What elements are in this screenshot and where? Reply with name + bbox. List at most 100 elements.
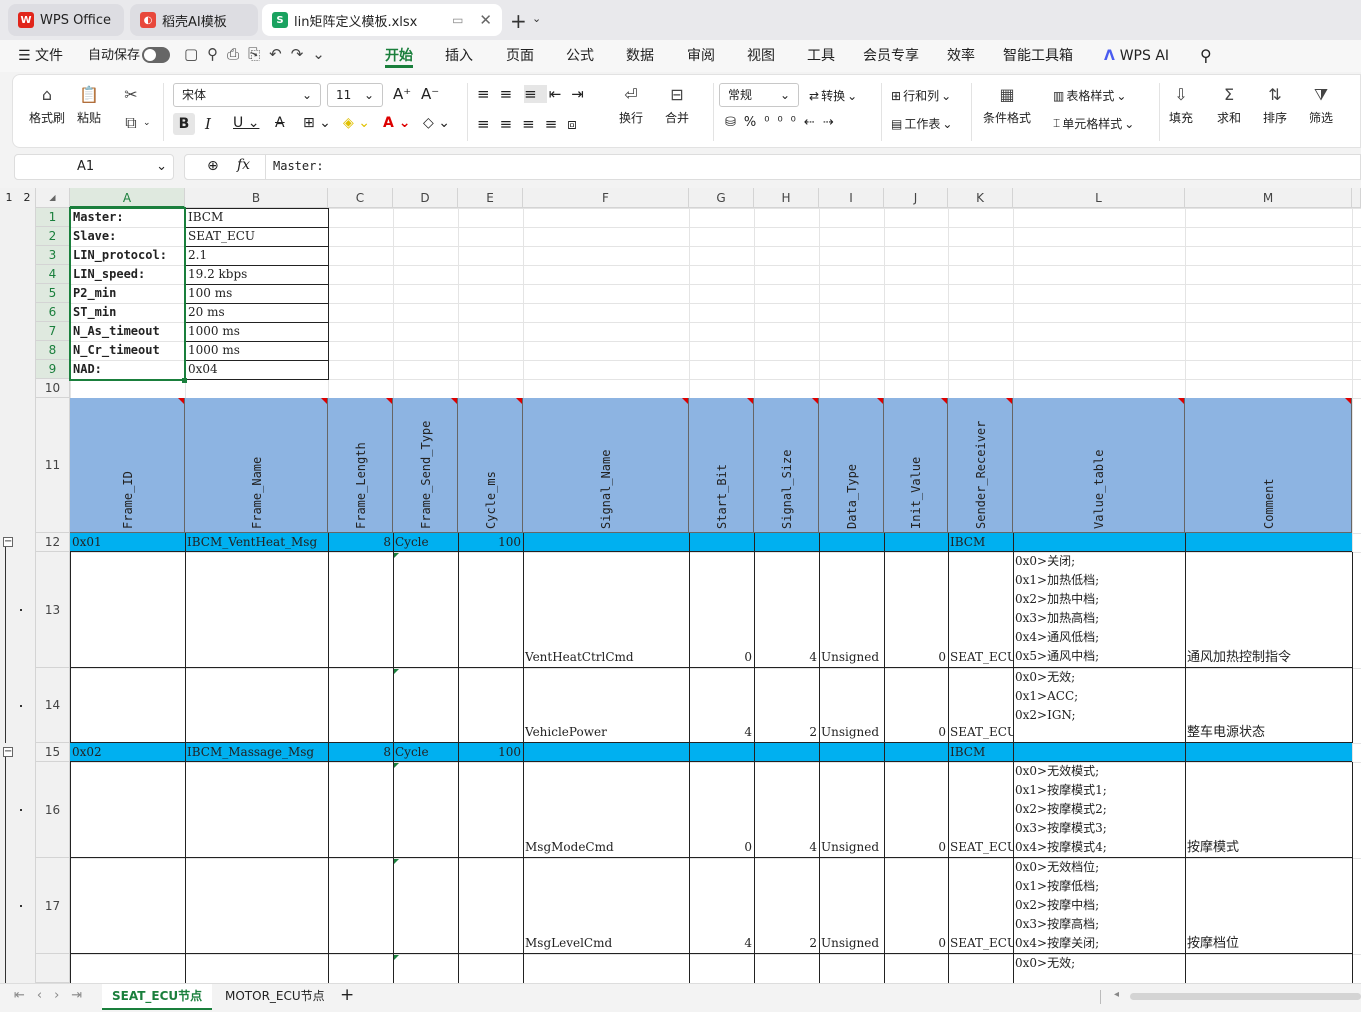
- signal-size[interactable]: 4: [754, 648, 819, 667]
- signal-start[interactable]: 4: [689, 723, 754, 742]
- row-header-6[interactable]: 6: [36, 303, 70, 322]
- info-value-7[interactable]: 1000 ms: [186, 322, 328, 341]
- header-cell-sender-receiver[interactable]: Sender_Receiver: [948, 398, 1013, 533]
- signal-size[interactable]: 4: [754, 838, 819, 857]
- underline-icon[interactable]: U ⌄: [233, 115, 259, 131]
- tab-tools[interactable]: 工具: [807, 46, 835, 68]
- cond-format-button[interactable]: ▦ 条件格式: [983, 85, 1031, 126]
- fill-handle[interactable]: [182, 378, 187, 383]
- column-header-d[interactable]: D: [393, 188, 458, 208]
- new-tab-icon[interactable]: +: [510, 9, 527, 33]
- scroll-left-icon[interactable]: ◂: [1114, 989, 1119, 1000]
- signal-dtype[interactable]: Unsigned: [819, 648, 884, 667]
- outline-level-2[interactable]: 2: [24, 188, 31, 208]
- info-value-1[interactable]: IBCM: [186, 208, 328, 227]
- font-name-select[interactable]: 宋体 ⌄: [173, 83, 321, 107]
- outline-level-buttons[interactable]: 12: [0, 188, 36, 208]
- merge-button[interactable]: ⊟ 合并: [665, 85, 689, 126]
- strikethrough-icon[interactable]: A: [275, 115, 285, 131]
- font-grow-icon[interactable]: A⁺: [393, 85, 411, 103]
- signal-comment[interactable]: 整车电源状态: [1185, 723, 1352, 742]
- worksheet-button[interactable]: ▤ 工作表 ⌄: [891, 115, 952, 132]
- cut-icon[interactable]: ✂: [121, 85, 141, 105]
- format-painter-button[interactable]: ⌂ 格式刷: [29, 85, 65, 126]
- frame-cycle[interactable]: 100: [458, 743, 523, 762]
- info-value-5[interactable]: 100 ms: [186, 284, 328, 303]
- signal-dtype[interactable]: Unsigned: [819, 934, 884, 953]
- formula-field[interactable]: ⊕ fx Master:: [184, 154, 1361, 180]
- border-icon[interactable]: ⊞ ⌄: [303, 115, 331, 131]
- sheet-tab-motor-ecu[interactable]: MOTOR_ECU节点: [225, 984, 325, 1010]
- row-header-16[interactable]: 16: [36, 762, 70, 858]
- row-header-4[interactable]: 4: [36, 265, 70, 284]
- frame-type[interactable]: Cycle: [393, 743, 458, 762]
- info-value-2[interactable]: SEAT_ECU: [186, 227, 328, 246]
- header-cell-frame-send-type[interactable]: Frame_Send_Type: [393, 398, 458, 533]
- frame-cycle[interactable]: 100: [458, 533, 523, 552]
- convert-button[interactable]: ⇄ 转换 ⌄: [809, 87, 857, 104]
- signal-value-table[interactable]: 0x0>无效; 0x1>ACC; 0x2>IGN;: [1013, 668, 1185, 743]
- row-header-17[interactable]: 17: [36, 858, 70, 954]
- tab-smart-toolbox[interactable]: 智能工具箱: [1003, 46, 1073, 68]
- font-shrink-icon[interactable]: A⁻: [421, 85, 439, 103]
- signal-name[interactable]: VehiclePower: [523, 723, 689, 742]
- column-header-g[interactable]: G: [689, 188, 754, 208]
- row-header-10[interactable]: 10: [36, 379, 70, 398]
- info-value-4[interactable]: 19.2 kbps: [186, 265, 328, 284]
- row-col-button[interactable]: ⊞ 行和列 ⌄: [891, 87, 951, 104]
- column-header-j[interactable]: J: [884, 188, 948, 208]
- row-header-8[interactable]: 8: [36, 341, 70, 360]
- sort-button[interactable]: ⇅ 排序: [1263, 85, 1287, 126]
- search-icon[interactable]: ⚲: [1200, 46, 1212, 68]
- tab-view[interactable]: 视图: [747, 46, 775, 68]
- row-header-18[interactable]: [36, 954, 70, 983]
- header-cell-cycle-ms[interactable]: Cycle_ms: [458, 398, 523, 533]
- tab-page[interactable]: 页面: [506, 46, 534, 68]
- cell-style-button[interactable]: ⌶ 单元格样式 ⌄: [1053, 115, 1134, 132]
- font-size-select[interactable]: 11 ⌄: [327, 83, 383, 107]
- column-header-l[interactable]: L: [1013, 188, 1185, 208]
- fill-color-icon[interactable]: ◈ ⌄: [343, 115, 370, 131]
- column-header-i[interactable]: I: [819, 188, 884, 208]
- number-format-select[interactable]: 常规 ⌄: [719, 83, 799, 107]
- tab-wps-office[interactable]: W WPS Office: [8, 4, 124, 36]
- signal-start[interactable]: 0: [689, 838, 754, 857]
- copy-icon[interactable]: ⧉ ⌄: [121, 113, 150, 133]
- clear-format-icon[interactable]: ◇ ⌄: [423, 115, 450, 131]
- row-header-14[interactable]: 14: [36, 668, 70, 743]
- signal-size[interactable]: 2: [754, 934, 819, 953]
- tab-lin-matrix[interactable]: S lin矩阵定义模板.xlsx ▭ ✕: [262, 4, 502, 36]
- tab-review[interactable]: 审阅: [687, 46, 715, 68]
- column-header-e[interactable]: E: [458, 188, 523, 208]
- select-all-corner[interactable]: ◢: [36, 188, 70, 208]
- tab-home[interactable]: 开始: [385, 46, 413, 68]
- row-header-2[interactable]: 2: [36, 227, 70, 246]
- header-cell-start-bit[interactable]: Start_Bit: [689, 398, 754, 533]
- frame-len[interactable]: 8: [328, 743, 393, 762]
- sheet-tab-seat-ecu[interactable]: SEAT_ECU节点: [102, 984, 213, 1010]
- number-format-icons[interactable]: ⛁%⁰⁰⁰⇠⇢: [725, 115, 842, 130]
- header-cell-frame-id[interactable]: Frame_ID: [70, 398, 185, 533]
- font-color-icon[interactable]: A ⌄: [383, 115, 410, 131]
- window-restore-icon[interactable]: ▭: [452, 13, 463, 27]
- signal-comment[interactable]: 按摩模式: [1185, 838, 1352, 857]
- header-cell-signal-name[interactable]: Signal_Name: [523, 398, 689, 533]
- signal-dtype[interactable]: Unsigned: [819, 723, 884, 742]
- column-header-c[interactable]: C: [328, 188, 393, 208]
- sheet-nav-arrows[interactable]: ⇤‹›⇥: [14, 988, 94, 1003]
- file-menu[interactable]: ☰ 文件: [18, 46, 63, 68]
- collapse-group-button[interactable]: −: [3, 747, 13, 757]
- column-header-f[interactable]: F: [523, 188, 689, 208]
- frame-name[interactable]: IBCM_Massage_Msg: [185, 743, 328, 762]
- column-header-k[interactable]: K: [948, 188, 1013, 208]
- row-header-13[interactable]: 13: [36, 552, 70, 668]
- frame-name[interactable]: IBCM_VentHeat_Msg: [185, 533, 328, 552]
- signal-name[interactable]: VentHeatCtrlCmd: [523, 648, 689, 667]
- info-value-8[interactable]: 1000 ms: [186, 341, 328, 360]
- header-cell-frame-length[interactable]: Frame_Length: [328, 398, 393, 533]
- sum-button[interactable]: Σ 求和: [1217, 85, 1241, 126]
- wrap-text-button[interactable]: ⏎ 换行: [619, 85, 643, 126]
- signal-recv[interactable]: SEAT_ECU: [948, 648, 1013, 667]
- paste-button[interactable]: 📋 粘贴: [77, 85, 101, 126]
- column-header-extra[interactable]: [1352, 188, 1361, 208]
